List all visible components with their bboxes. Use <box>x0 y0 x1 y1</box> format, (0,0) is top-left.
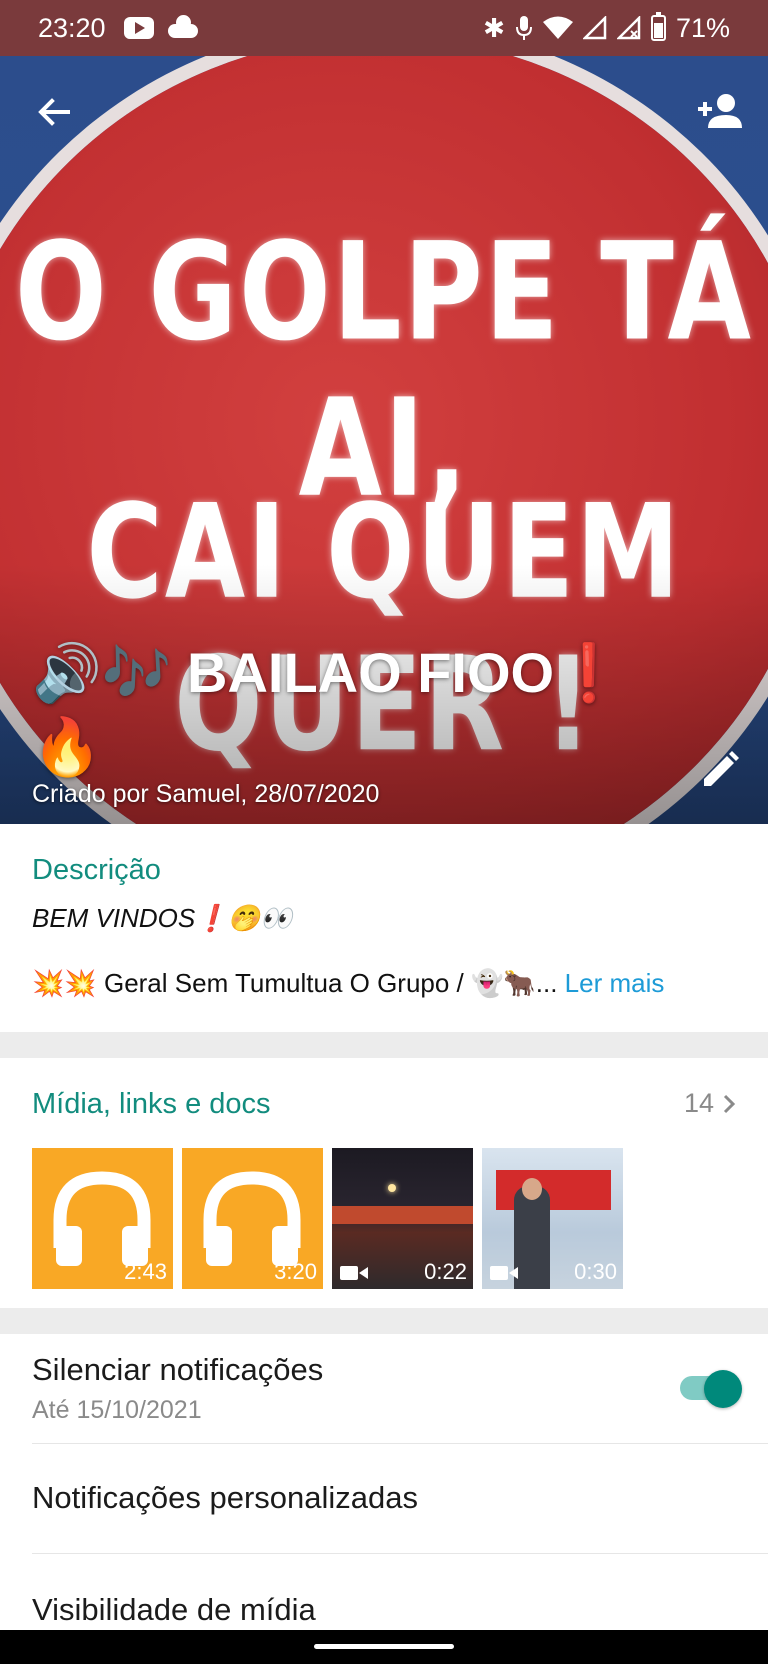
system-nav-bar <box>0 1630 768 1664</box>
media-duration: 0:30 <box>574 1259 617 1284</box>
media-title: Mídia, links e docs <box>32 1088 271 1120</box>
cloud-icon <box>167 15 198 38</box>
media-count-link[interactable]: 14 <box>684 1088 736 1119</box>
video-frame-banner <box>332 1206 473 1224</box>
status-bar: 23:20 ✱ 71% <box>0 0 768 56</box>
custom-notifications-row[interactable]: Notificações personalizadas <box>32 1444 768 1554</box>
bluetooth-icon: ✱ <box>483 13 505 43</box>
battery-percent: 71% <box>675 12 730 43</box>
video-camera-icon <box>340 1266 368 1280</box>
mute-notifications-label: Silenciar notificações <box>32 1352 324 1387</box>
edit-pencil-icon[interactable] <box>700 750 740 790</box>
media-thumb-video[interactable]: 0:30 <box>482 1148 623 1289</box>
video-camera-icon <box>490 1266 518 1280</box>
media-thumb-audio[interactable]: 3:20 <box>182 1148 323 1289</box>
mute-toggle[interactable] <box>680 1370 742 1408</box>
settings-list: Silenciar notificações Até 15/10/2021 No… <box>0 1334 768 1630</box>
signal-icon-2 <box>616 16 641 40</box>
add-participant-icon[interactable] <box>696 92 742 132</box>
media-duration: 0:22 <box>424 1259 467 1284</box>
toggle-knob <box>704 1370 742 1408</box>
mute-notifications-row[interactable]: Silenciar notificações Até 15/10/2021 <box>32 1334 768 1444</box>
media-duration: 2:43 <box>124 1259 167 1284</box>
custom-notifications-label: Notificações personalizadas <box>32 1480 418 1515</box>
created-by: Criado por Samuel, 28/07/2020 <box>32 780 380 808</box>
media-visibility-row[interactable]: Visibilidade de mídia <box>32 1554 768 1634</box>
section-divider <box>0 1308 768 1334</box>
description-line2: 💥💥 Geral Sem Tumultua O Grupo / 👻🐂... Le… <box>32 968 736 999</box>
media-count: 14 <box>683 1088 714 1118</box>
youtube-icon <box>123 17 154 39</box>
media-thumb-audio[interactable]: 2:43 <box>32 1148 173 1289</box>
description-section[interactable]: Descrição BEM VINDOS❗🤭👀 💥💥 Geral Sem Tum… <box>0 824 768 1032</box>
signal-icon <box>582 16 607 40</box>
media-thumb-video[interactable]: 0:22 <box>332 1148 473 1289</box>
mic-icon <box>515 16 532 40</box>
battery-icon <box>650 12 666 41</box>
wifi-icon <box>542 16 573 39</box>
video-frame-head <box>522 1178 542 1200</box>
media-duration: 3:20 <box>274 1259 317 1284</box>
read-more-link[interactable]: Ler mais <box>565 968 665 998</box>
chevron-right-icon <box>723 1094 736 1113</box>
section-divider <box>0 1032 768 1058</box>
media-visibility-label: Visibilidade de mídia <box>32 1592 316 1627</box>
description-line1: BEM VINDOS❗🤭👀 <box>32 903 293 933</box>
mute-until: Até 15/10/2021 <box>32 1396 202 1424</box>
video-frame-light <box>388 1184 396 1192</box>
description-title: Descrição <box>32 854 161 886</box>
description-text: 💥💥 Geral Sem Tumultua O Grupo / 👻🐂... <box>32 968 558 998</box>
group-photo-header[interactable]: O GOLPE TÁ AI, CAI QUEM QUER ! 🔊🎶 BAILAO… <box>0 56 768 824</box>
back-arrow-icon[interactable] <box>34 92 74 132</box>
home-gesture-handle[interactable] <box>314 1644 454 1649</box>
media-section[interactable]: Mídia, links e docs 14 2:43 3:20 0:22 0:… <box>0 1058 768 1308</box>
status-time: 23:20 <box>38 12 106 43</box>
group-name: 🔊🎶 BAILAO FIOO❗🔥 <box>32 641 624 778</box>
video-frame-person <box>514 1186 550 1289</box>
